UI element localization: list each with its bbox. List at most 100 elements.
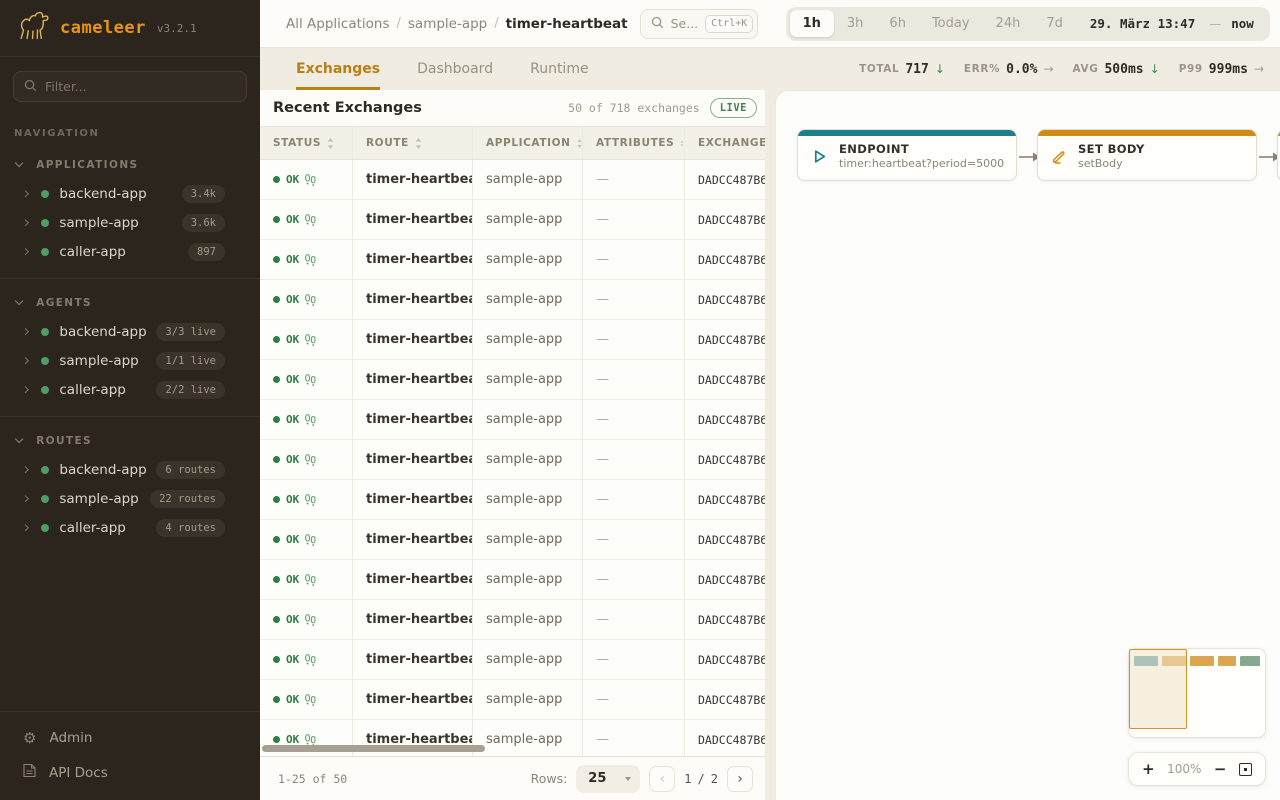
- status-dot-icon: [41, 466, 49, 474]
- sidebar-item[interactable]: sample-app 22 routes: [0, 484, 260, 513]
- status-cell: OK: [260, 440, 352, 479]
- sidebar-section-header[interactable]: AGENTS: [0, 289, 260, 317]
- attributes-cell: —: [582, 560, 684, 599]
- footprints-icon: [305, 574, 316, 586]
- sidebar-item[interactable]: backend-app 3/3 live: [0, 317, 260, 346]
- breadcrumb-app[interactable]: sample-app: [408, 16, 487, 32]
- status-dot-icon: [41, 495, 49, 503]
- application-cell: sample-app: [472, 280, 582, 319]
- table-row[interactable]: OK timer-heartbeat sample-app — DADCC487…: [260, 320, 765, 360]
- route-flow-canvas[interactable]: ENDPOINT timer:heartbeat?period=5000: [775, 90, 1280, 800]
- table-row[interactable]: OK timer-heartbeat sample-app — DADCC487…: [260, 240, 765, 280]
- sidebar-item[interactable]: sample-app 3.6k: [0, 208, 260, 237]
- route-cell: timer-heartbeat: [352, 400, 472, 439]
- sidebar-filter[interactable]: [13, 71, 247, 102]
- sidebar-item-badge: 2/2 live: [156, 381, 225, 399]
- column-header[interactable]: ROUTE: [352, 127, 472, 159]
- sidebar-item[interactable]: caller-app 897: [0, 237, 260, 266]
- breadcrumb-root[interactable]: All Applications: [286, 16, 390, 32]
- table-row[interactable]: OK timer-heartbeat sample-app — DADCC487…: [260, 400, 765, 440]
- table-row[interactable]: OK timer-heartbeat sample-app — DADCC487…: [260, 360, 765, 400]
- table-row[interactable]: OK timer-heartbeat sample-app — DADCC487…: [260, 280, 765, 320]
- attributes-cell: —: [582, 520, 684, 559]
- table-row[interactable]: OK timer-heartbeat sample-app — DADCC487…: [260, 440, 765, 480]
- sidebar-item-label: sample-app: [59, 353, 138, 369]
- status-cell: OK: [260, 200, 352, 239]
- table-row[interactable]: OK timer-heartbeat sample-app — DADCC487…: [260, 200, 765, 240]
- time-range-button[interactable]: Today: [919, 10, 983, 37]
- tab[interactable]: Dashboard: [417, 48, 493, 90]
- time-range-button[interactable]: 7d: [1033, 10, 1076, 37]
- status-dot-icon: [41, 248, 49, 256]
- tab[interactable]: Runtime: [530, 48, 588, 90]
- sidebar-item[interactable]: sample-app 1/1 live: [0, 346, 260, 375]
- table-row[interactable]: OK timer-heartbeat sample-app — DADCC487…: [260, 520, 765, 560]
- column-header[interactable]: APPLICATION: [472, 127, 582, 159]
- column-header[interactable]: EXCHANGE ID: [684, 127, 765, 159]
- rows-per-page-select[interactable]: 25: [576, 765, 640, 793]
- column-header[interactable]: ATTRIBUTES: [582, 127, 684, 159]
- shortcut-badge: Ctrl+K: [705, 15, 753, 33]
- sidebar-footer-item[interactable]: API Docs: [0, 755, 260, 790]
- chevron-down-icon: [625, 777, 631, 781]
- sidebar-item[interactable]: caller-app 4 routes: [0, 513, 260, 542]
- flow-node-setbody[interactable]: SET BODY setBody: [1037, 129, 1257, 181]
- node-title: ENDPOINT: [839, 142, 1004, 156]
- logo[interactable]: cameleer v3.2.1: [0, 0, 260, 57]
- sidebar-section-header[interactable]: ROUTES: [0, 427, 260, 455]
- next-page-button[interactable]: ›: [727, 766, 753, 792]
- application-cell: sample-app: [472, 160, 582, 199]
- flow-minimap[interactable]: [1128, 648, 1266, 738]
- date-now[interactable]: now: [1225, 16, 1266, 31]
- minimap-viewport[interactable]: [1129, 649, 1187, 729]
- table-row[interactable]: OK timer-heartbeat sample-app — DADCC487…: [260, 640, 765, 680]
- sidebar-item[interactable]: caller-app 2/2 live: [0, 375, 260, 404]
- time-range-button[interactable]: 24h: [983, 10, 1034, 37]
- play-icon: [811, 148, 828, 165]
- sidebar-section-label: ROUTES: [36, 435, 92, 447]
- zoom-level: 100%: [1167, 762, 1201, 776]
- route-cell: timer-heartbeat: [352, 640, 472, 679]
- table-row[interactable]: OK timer-heartbeat sample-app — DADCC487…: [260, 560, 765, 600]
- zoom-out-button[interactable]: −: [1214, 762, 1227, 777]
- sidebar-section-label: APPLICATIONS: [36, 159, 138, 171]
- table-row[interactable]: OK timer-heartbeat sample-app — DADCC487…: [260, 680, 765, 720]
- time-range-button[interactable]: 6h: [876, 10, 919, 37]
- table-row[interactable]: OK timer-heartbeat sample-app — DADCC487…: [260, 160, 765, 200]
- time-range-button[interactable]: 1h: [790, 10, 834, 37]
- filter-input[interactable]: [45, 79, 236, 94]
- ok-dot-icon: [273, 376, 280, 383]
- attributes-cell: —: [582, 280, 684, 319]
- exchange-id-cell: DADCC487B60F8: [684, 480, 765, 519]
- footprints-icon: [305, 614, 316, 626]
- sidebar-footer-label: Admin: [49, 730, 92, 746]
- time-range-button[interactable]: 3h: [834, 10, 877, 37]
- sidebar-item[interactable]: backend-app 6 routes: [0, 455, 260, 484]
- footprints-icon: [305, 294, 316, 306]
- attributes-cell: —: [582, 600, 684, 639]
- date-range-text[interactable]: 29. März 13:47: [1076, 16, 1205, 31]
- status-label: OK: [286, 693, 299, 706]
- flow-node-endpoint[interactable]: ENDPOINT timer:heartbeat?period=5000: [797, 129, 1017, 181]
- panel-title: Recent Exchanges: [273, 100, 422, 116]
- zoom-in-button[interactable]: +: [1142, 762, 1155, 777]
- breadcrumb-separator: /: [397, 16, 401, 31]
- table-row[interactable]: OK timer-heartbeat sample-app — DADCC487…: [260, 600, 765, 640]
- prev-page-button[interactable]: ‹: [649, 766, 675, 792]
- navigation-label: NAVIGATION: [14, 128, 260, 139]
- column-header[interactable]: STATUS: [260, 127, 352, 159]
- fit-view-icon[interactable]: [1239, 763, 1252, 776]
- global-search[interactable]: Se... Ctrl+K: [640, 9, 758, 39]
- status-label: OK: [286, 333, 299, 346]
- chevron-down-icon: [15, 159, 24, 168]
- sidebar-footer-item[interactable]: ⚙ Admin: [0, 720, 260, 755]
- tab[interactable]: Exchanges: [296, 48, 380, 90]
- exchange-id-cell: DADCC487B60F8: [684, 240, 765, 279]
- sidebar-item[interactable]: backend-app 3.4k: [0, 179, 260, 208]
- horizontal-scrollbar[interactable]: [262, 745, 485, 752]
- chevron-right-icon: [22, 328, 30, 336]
- table-row[interactable]: OK timer-heartbeat sample-app — DADCC487…: [260, 480, 765, 520]
- status-label: OK: [286, 213, 299, 226]
- stat-value: 500ms: [1104, 62, 1143, 77]
- sidebar-section-header[interactable]: APPLICATIONS: [0, 151, 260, 179]
